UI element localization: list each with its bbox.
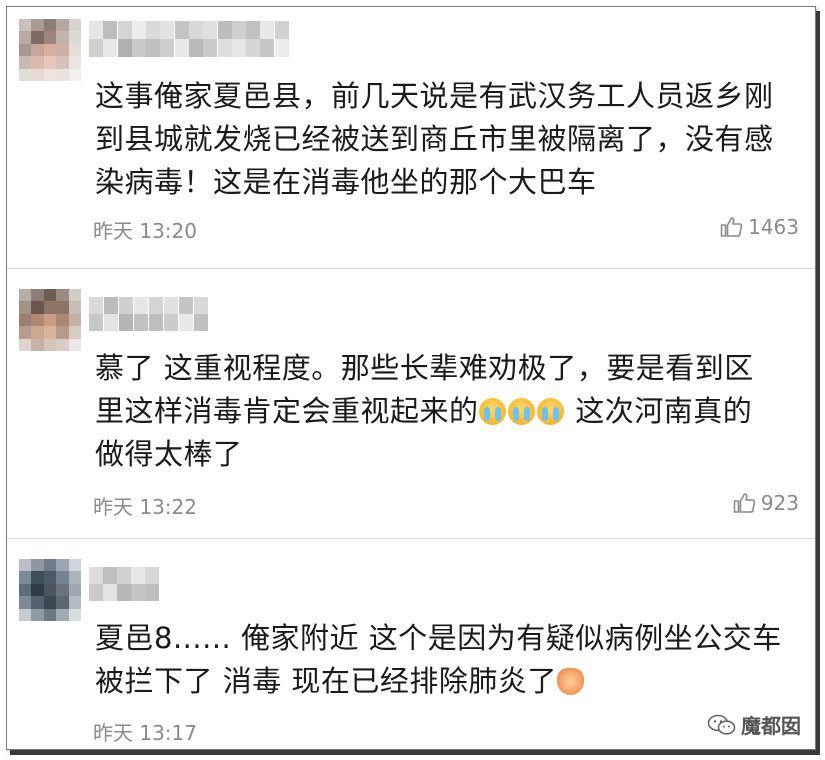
comment-text: 慕了 这重视程度。那些长辈难劝极了，要是看到区 里这样消毒肯定会重视起来的 这次… [95,347,805,476]
avatar[interactable] [19,559,81,621]
like-count: 923 [760,491,799,515]
loudly-crying-emoji [478,398,506,425]
comment-line: 这事俺家夏邑县，前几天说是有武汉务工人员返乡刚 [95,79,774,113]
loudly-crying-emoji [507,398,535,425]
comment-line-text: 被拦下了 消毒 现在已经排除肺炎了 [95,664,557,698]
comment-line: 染病毒！这是在消毒他坐的那个大巴车 [95,165,597,199]
comment-item: 这事俺家夏邑县，前几天说是有武汉务工人员返乡刚 到县城就发烧已经被送到商丘市里被… [7,7,815,269]
username-blurred[interactable] [89,21,289,57]
comment-panel: 这事俺家夏邑县，前几天说是有武汉务工人员返乡刚 到县城就发烧已经被送到商丘市里被… [6,6,816,750]
comment-timestamp: 昨天 13:17 [93,721,197,745]
watermark: 魔都囡 [707,710,801,739]
comment-text: 夏邑8...... 俺家附近 这个是因为有疑似病例坐公交车 被拦下了 消毒 现在… [95,617,805,703]
comment-line: 里这样消毒肯定会重视起来的 这次河南真的 [95,390,805,433]
avatar[interactable] [19,19,81,81]
like-button[interactable]: 923 [732,491,799,515]
comment-text: 这事俺家夏邑县，前几天说是有武汉务工人员返乡刚 到县城就发烧已经被送到商丘市里被… [95,75,805,204]
thumbs-up-icon [733,493,756,513]
avatar[interactable] [19,289,81,351]
username-blurred[interactable] [89,297,209,331]
comment-item: 慕了 这重视程度。那些长辈难劝极了，要是看到区 里这样消毒肯定会重视起来的 这次… [7,269,815,539]
watermark-text: 魔都囡 [741,714,801,738]
like-count: 1463 [748,215,799,239]
comment-line: 到县城就发烧已经被送到商丘市里被隔离了，没有感 [95,122,774,156]
clapping-hands-emoji [556,668,584,695]
comment-line: 慕了 这重视程度。那些长辈难劝极了，要是看到区 [95,351,754,385]
thumbs-up-icon [720,217,743,237]
comment-line-text: 这次河南真的 [565,394,753,428]
loudly-crying-emoji [536,398,564,425]
comment-timestamp: 昨天 13:22 [93,495,197,519]
username-blurred[interactable] [89,567,159,601]
comment-timestamp: 昨天 13:20 [93,219,197,243]
wechat-icon [707,714,736,735]
like-button[interactable]: 1463 [719,215,799,239]
comment-item: 夏邑8...... 俺家附近 这个是因为有疑似病例坐公交车 被拦下了 消毒 现在… [7,539,815,749]
comment-line: 夏邑8...... 俺家附近 这个是因为有疑似病例坐公交车 [95,621,782,655]
comment-line: 被拦下了 消毒 现在已经排除肺炎了 [95,660,805,703]
comment-line-text: 里这样消毒肯定会重视起来的 [95,394,479,428]
comment-line: 做得太棒了 [95,437,243,471]
